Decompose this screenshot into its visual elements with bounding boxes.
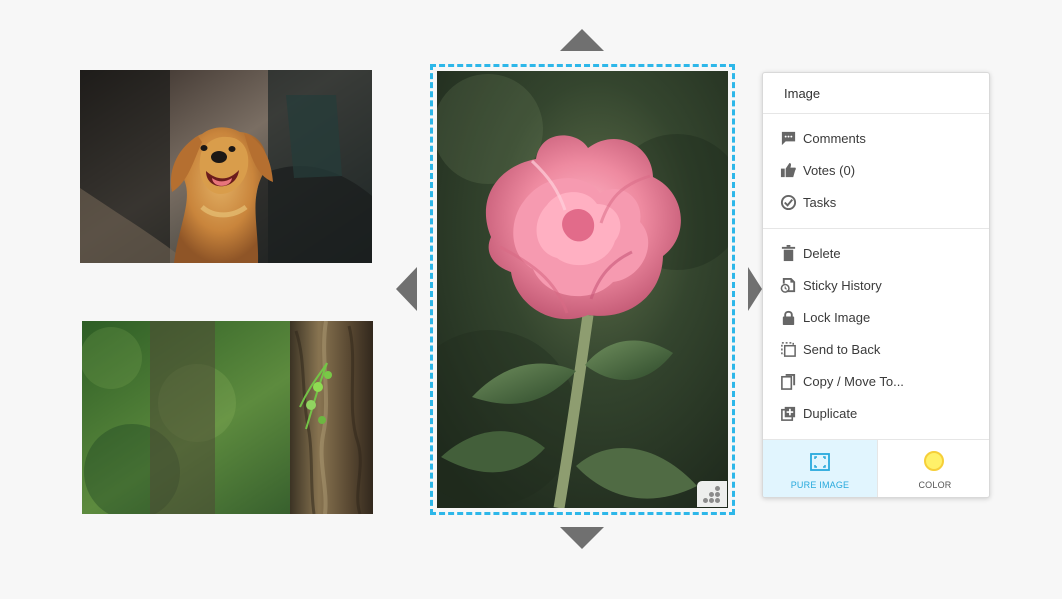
move-down-arrow[interactable] xyxy=(560,527,604,549)
move-right-arrow[interactable] xyxy=(748,267,762,311)
canvas-board: Image Comments Votes (0) Tasks Delete St… xyxy=(0,0,1062,599)
image-context-menu: Image Comments Votes (0) Tasks Delete St… xyxy=(762,72,990,498)
history-icon xyxy=(779,276,797,294)
color-swatch-icon xyxy=(924,451,944,471)
pure-image-option[interactable]: PURE IMAGE xyxy=(763,440,877,497)
golden-retriever-photo[interactable] xyxy=(80,70,372,263)
grip-dot xyxy=(715,486,720,491)
grip-dot xyxy=(703,498,708,503)
comment-icon xyxy=(779,129,797,147)
tasks-label: Tasks xyxy=(803,194,837,210)
copy-move-menu-item[interactable]: Copy / Move To... xyxy=(779,369,979,393)
pure-image-label: PURE IMAGE xyxy=(790,480,850,490)
image-resize-handle[interactable] xyxy=(697,481,727,507)
menu-divider xyxy=(763,228,989,229)
duplicate-menu-item[interactable]: Duplicate xyxy=(779,401,979,425)
lock-icon xyxy=(779,308,797,326)
trash-icon xyxy=(779,244,797,262)
image-style-options: PURE IMAGE COLOR xyxy=(763,439,989,497)
grip-dot xyxy=(709,492,714,497)
copy-move-icon xyxy=(779,372,797,390)
delete-label: Delete xyxy=(803,245,841,261)
delete-menu-item[interactable]: Delete xyxy=(779,241,979,265)
forest-image xyxy=(82,321,373,514)
check-circle-icon xyxy=(779,193,797,211)
votes-label: Votes (0) xyxy=(803,162,856,178)
thumbs-up-icon xyxy=(779,161,797,179)
dog-image xyxy=(80,70,372,263)
tasks-menu-item[interactable]: Tasks xyxy=(779,190,979,214)
comments-menu-item[interactable]: Comments xyxy=(779,126,979,150)
grip-dot xyxy=(709,498,714,503)
send-to-back-label: Send to Back xyxy=(803,341,881,357)
move-left-arrow[interactable] xyxy=(396,267,417,311)
forest-tree-photo[interactable] xyxy=(82,321,373,514)
move-up-arrow[interactable] xyxy=(560,29,604,51)
copy-move-label: Copy / Move To... xyxy=(803,373,904,389)
duplicate-icon xyxy=(779,404,797,422)
votes-menu-item[interactable]: Votes (0) xyxy=(779,158,979,182)
grip-dot xyxy=(715,492,720,497)
pink-rose-photo[interactable] xyxy=(437,71,728,508)
send-to-back-icon xyxy=(779,340,797,358)
lock-image-label: Lock Image xyxy=(803,309,871,325)
color-label: COLOR xyxy=(918,480,952,490)
sticky-history-label: Sticky History xyxy=(803,277,882,293)
pure-image-icon xyxy=(809,451,831,473)
rose-image xyxy=(437,71,728,508)
send-to-back-menu-item[interactable]: Send to Back xyxy=(779,337,979,361)
grip-dot xyxy=(715,498,720,503)
lock-image-menu-item[interactable]: Lock Image xyxy=(779,305,979,329)
menu-title: Image xyxy=(784,86,821,101)
color-option[interactable]: COLOR xyxy=(877,440,989,497)
sticky-history-menu-item[interactable]: Sticky History xyxy=(779,273,979,297)
comments-label: Comments xyxy=(803,130,866,146)
menu-divider xyxy=(763,113,989,114)
duplicate-label: Duplicate xyxy=(803,405,858,421)
